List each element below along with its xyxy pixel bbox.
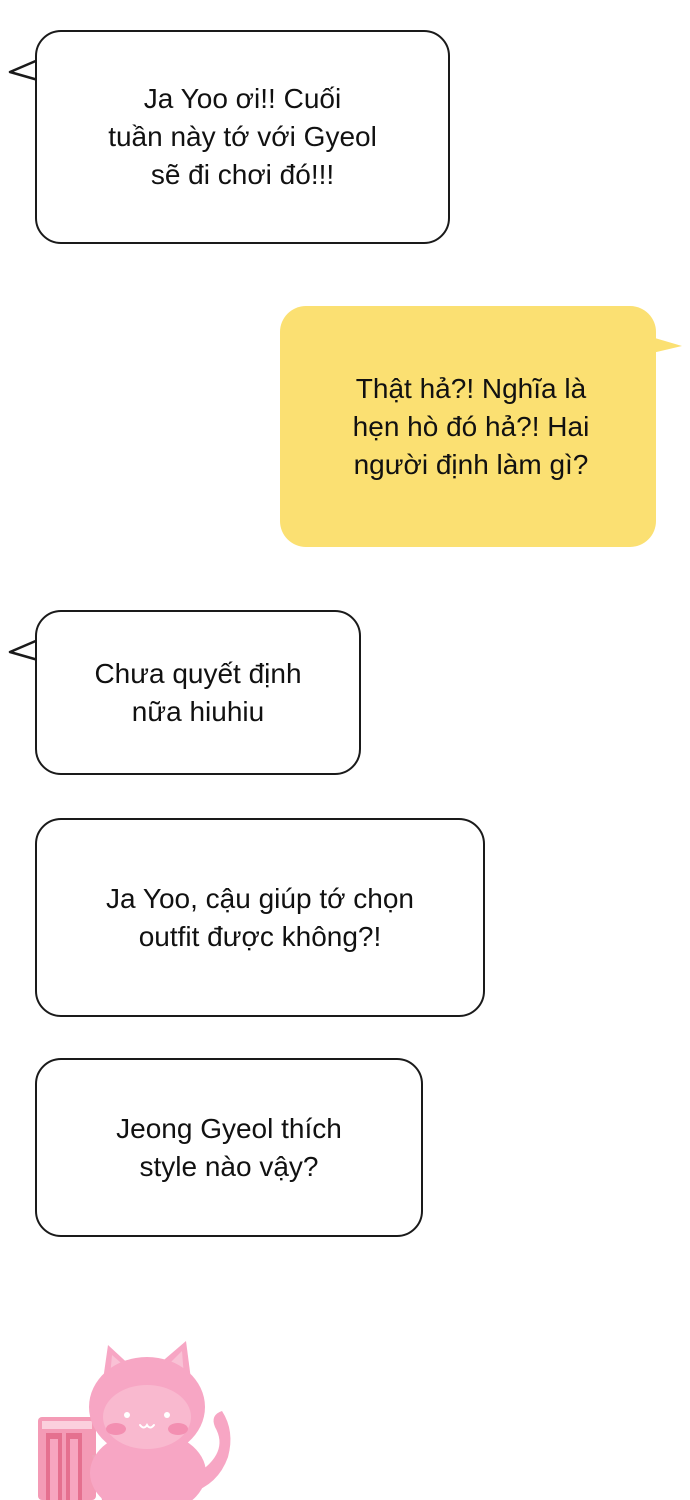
message-bubble-me: Thật hả?! Nghĩa là hẹn hò đó hả?! Hai ng…	[280, 306, 656, 547]
message-bubble-friend: Ja Yoo, cậu giúp tớ chọn outfit được khô…	[35, 818, 485, 1017]
message-text: Chưa quyết định nữa hiuhiu	[94, 657, 302, 727]
message-text: Jeong Gyeol thích style nào vậy?	[116, 1112, 342, 1182]
message-text: Thật hả?! Nghĩa là hẹn hò đó hả?! Hai ng…	[352, 372, 590, 480]
pink-cat-sticker-icon	[38, 1341, 231, 1500]
message-bubble-friend: Jeong Gyeol thích style nào vậy?	[35, 1058, 423, 1237]
message-text: Ja Yoo ơi!! Cuối tuần này tớ với Gyeol s…	[108, 83, 377, 190]
message-bubble-friend: Ja Yoo ơi!! Cuối tuần này tớ với Gyeol s…	[35, 30, 450, 244]
message-text: Ja Yoo, cậu giúp tớ chọn outfit được khô…	[106, 882, 414, 952]
message-bubble-friend: Chưa quyết định nữa hiuhiu	[35, 610, 361, 775]
